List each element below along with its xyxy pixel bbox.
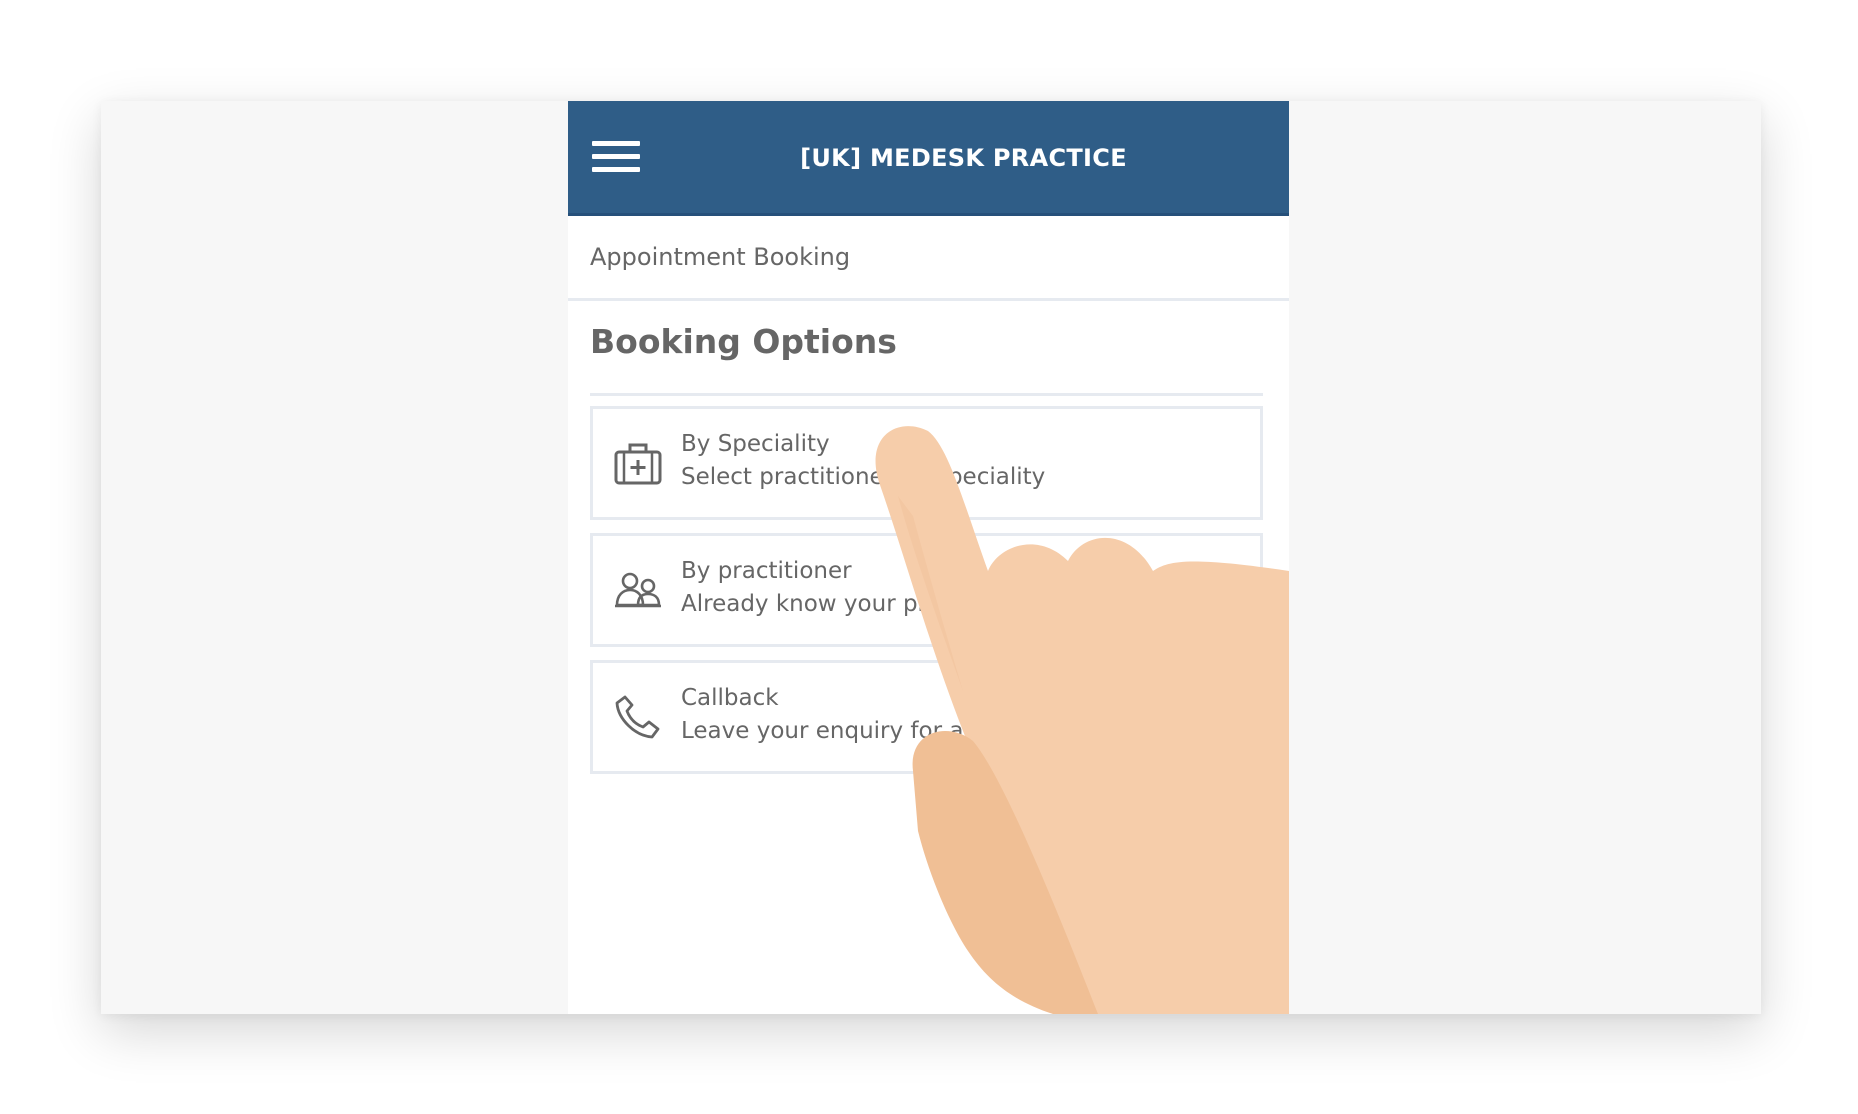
option-description: Leave your enquiry for a telephone callb…	[681, 718, 1188, 744]
option-description: Already know your practitioner? Book dir…	[681, 591, 1207, 617]
page-title: Booking Options	[590, 322, 897, 361]
option-title: By practitioner	[681, 558, 852, 584]
option-by-practitioner[interactable]: By practitioner Already know your practi…	[590, 533, 1263, 647]
option-callback[interactable]: Callback Leave your enquiry for a teleph…	[590, 660, 1263, 774]
presentation-stage: [UK] MEDESK PRACTICE Appointment Booking…	[101, 101, 1761, 1014]
app-header: [UK] MEDESK PRACTICE	[568, 101, 1289, 216]
practitioners-icon	[615, 572, 661, 608]
breadcrumb-label: Appointment Booking	[590, 243, 851, 271]
hamburger-menu-icon[interactable]	[592, 141, 640, 175]
option-description: Select practitioner by speciality	[681, 464, 1046, 490]
option-title: By Speciality	[681, 431, 830, 457]
medical-case-icon	[614, 443, 662, 485]
mobile-screen: [UK] MEDESK PRACTICE Appointment Booking…	[568, 101, 1289, 1014]
section-divider	[590, 393, 1263, 396]
app-title: [UK] MEDESK PRACTICE	[800, 144, 1127, 172]
breadcrumb: Appointment Booking	[568, 216, 1289, 301]
phone-icon	[615, 695, 660, 739]
option-title: Callback	[681, 685, 779, 711]
option-by-speciality[interactable]: By Speciality Select practitioner by spe…	[590, 406, 1263, 520]
